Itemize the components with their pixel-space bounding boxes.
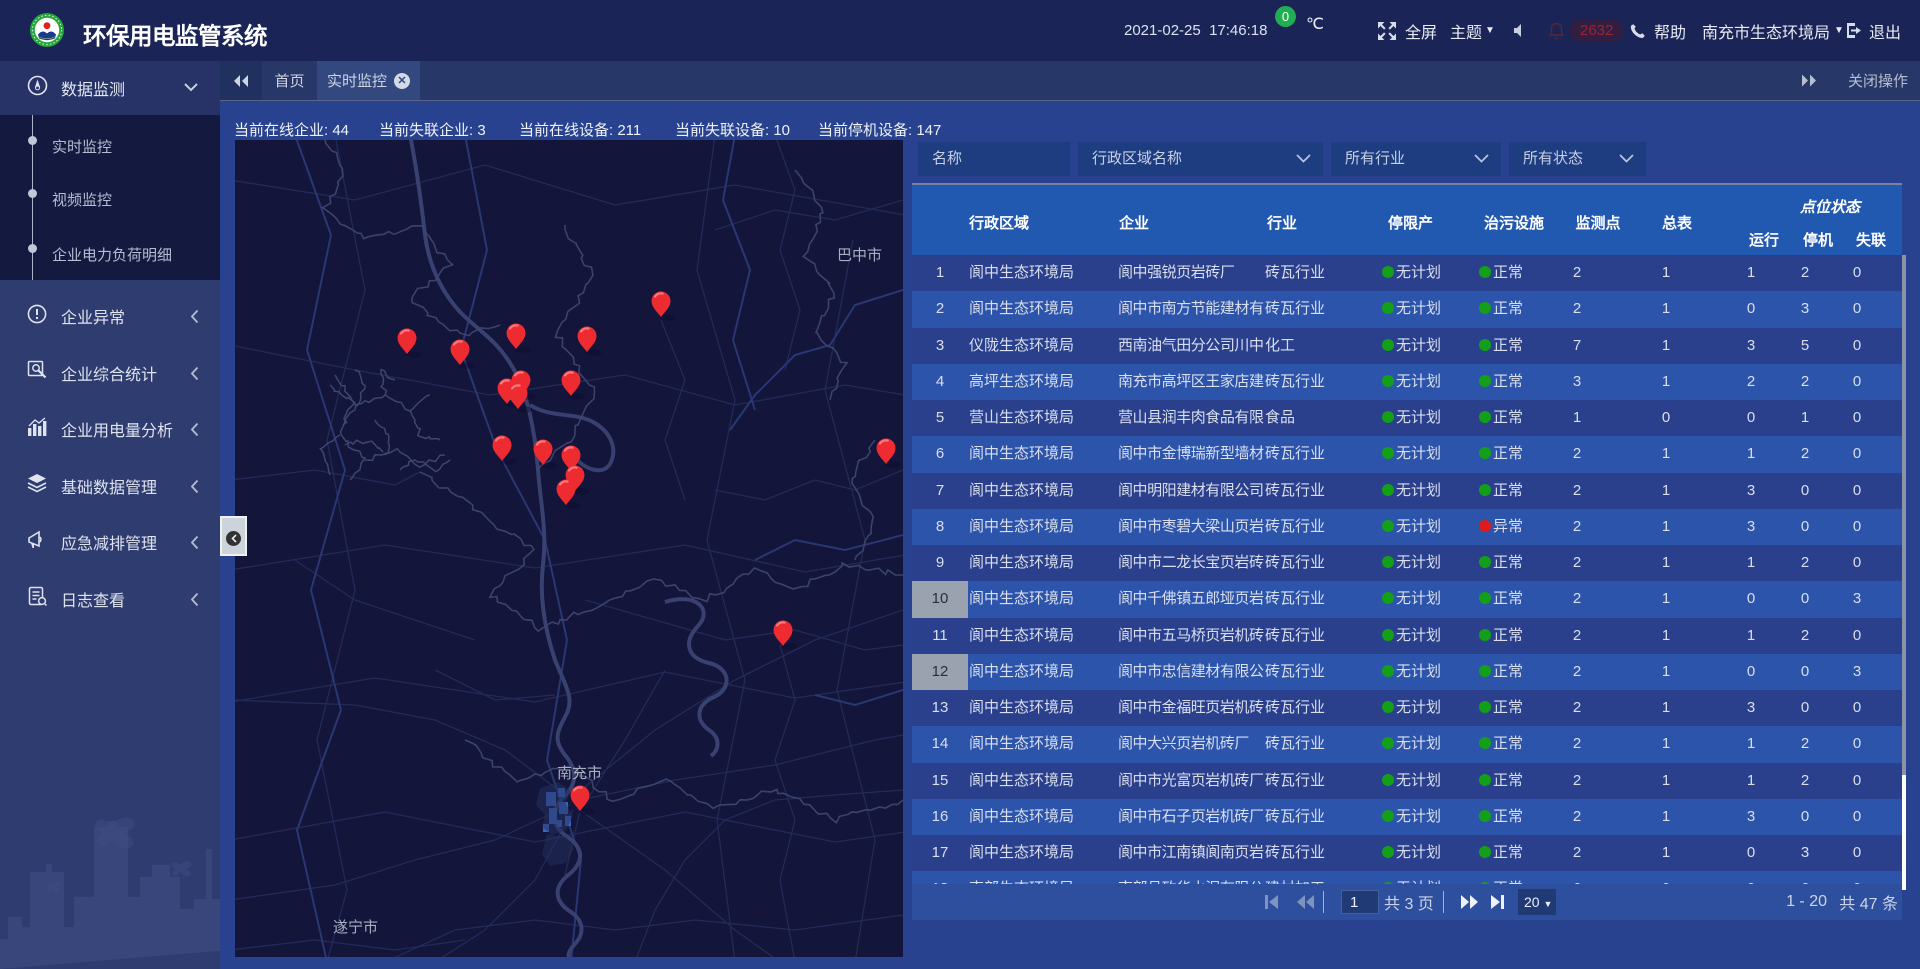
svg-text:遂宁市: 遂宁市 (333, 919, 378, 936)
svg-text:南充市: 南充市 (557, 765, 602, 782)
svg-text:巴中市: 巴中市 (837, 247, 882, 264)
